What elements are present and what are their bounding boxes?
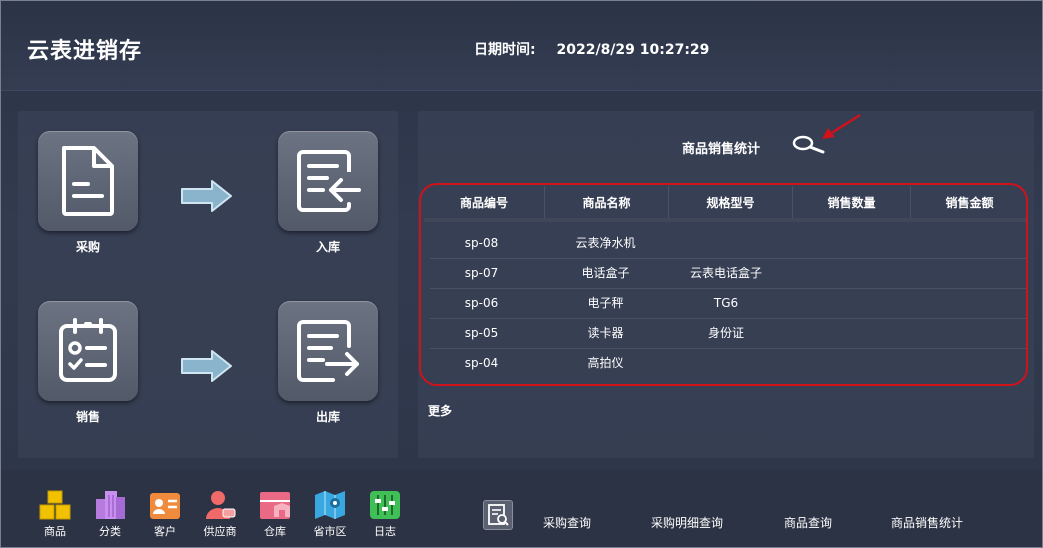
annotation-arrow-icon — [822, 113, 861, 139]
column-header[interactable]: 规格型号 — [669, 186, 793, 218]
outbound-button[interactable] — [278, 301, 378, 401]
table-cell: 读卡器 — [587, 326, 624, 340]
table-cell — [774, 289, 904, 318]
table-cell: 高拍仪 — [587, 356, 624, 370]
nav-category-label: 分类 — [99, 525, 121, 538]
table-row[interactable]: sp-04 高拍仪 — [430, 349, 1028, 379]
table-cell: sp-05 — [464, 326, 499, 340]
table-cell — [904, 319, 1028, 348]
nav-region[interactable]: 省市区 — [310, 489, 350, 539]
datetime-label: 日期时间: — [474, 42, 536, 58]
table-cell — [774, 349, 904, 379]
table-row[interactable]: sp-07 电话盒子 云表电话盒子 — [430, 259, 1028, 289]
flow-arrow-icon — [181, 350, 232, 382]
sales-button[interactable] — [38, 301, 138, 401]
query-report-icon — [483, 500, 513, 530]
nav-warehouse-label: 仓库 — [264, 525, 286, 538]
supplier-person-icon — [206, 491, 236, 519]
datetime-display: 日期时间: 2022/8/29 10:27:29 — [474, 39, 709, 59]
purchase-button[interactable] — [38, 131, 138, 231]
purchase-label: 采购 — [75, 240, 100, 254]
table-cell — [904, 349, 1028, 379]
table-cell — [774, 259, 904, 288]
table-cell — [904, 289, 1028, 318]
log-sliders-icon — [370, 491, 400, 519]
customer-card-icon — [150, 493, 180, 519]
table-cell — [774, 319, 904, 348]
nav-goods[interactable]: 商品 — [35, 489, 75, 539]
more-link[interactable]: 更多 — [428, 402, 452, 419]
document-icon — [62, 146, 114, 216]
table-cell: 云表净水机 — [575, 236, 636, 250]
table-cell — [774, 229, 904, 258]
sales-stats-query-link[interactable]: 商品销售统计 — [891, 514, 963, 531]
table-cell: 云表电话盒子 — [689, 266, 762, 280]
table-cell — [904, 259, 1028, 288]
table-body: sp-08 云表净水机 sp-07 电话盒子 云表电话盒子 sp-06 电子秤 … — [430, 229, 1028, 379]
table-cell: sp-04 — [464, 356, 499, 370]
inbound-label: 入库 — [315, 240, 340, 254]
column-header[interactable]: 商品编号 — [424, 186, 545, 218]
column-header[interactable]: 销售金额 — [911, 186, 1028, 218]
table-cell: 电话盒子 — [581, 266, 630, 280]
category-buildings-icon — [96, 491, 125, 519]
table-cell: 身份证 — [707, 326, 744, 340]
table-row[interactable]: sp-08 云表净水机 — [430, 229, 1028, 259]
table-cell — [678, 349, 774, 379]
header-bar: 云表进销存 日期时间: 2022/8/29 10:27:29 — [1, 1, 1042, 91]
flow-arrow-icon — [181, 180, 232, 212]
nav-supplier-label: 供应商 — [203, 525, 237, 538]
column-header[interactable]: 销售数量 — [793, 186, 911, 218]
purchase-detail-query-link[interactable]: 采购明细查询 — [651, 514, 723, 531]
table-row[interactable]: sp-05 读卡器 身份证 — [430, 319, 1028, 349]
column-header[interactable]: 商品名称 — [545, 186, 669, 218]
nav-warehouse[interactable]: 仓库 — [255, 489, 295, 539]
table-cell: TG6 — [713, 296, 739, 310]
sales-label: 销售 — [75, 410, 100, 424]
nav-goods-label: 商品 — [44, 525, 66, 538]
table-cell — [678, 229, 774, 258]
purchase-query-link[interactable]: 采购查询 — [543, 514, 591, 531]
goods-query-link[interactable]: 商品查询 — [784, 514, 832, 531]
warehouse-icon — [260, 492, 290, 519]
table-header: 商品编号 商品名称 规格型号 销售数量 销售金额 — [424, 186, 1028, 222]
nav-supplier[interactable]: 供应商 — [200, 489, 240, 539]
outbound-label: 出库 — [315, 410, 340, 424]
datetime-value: 2022/8/29 10:27:29 — [556, 42, 710, 58]
nav-customer[interactable]: 客户 — [145, 489, 185, 539]
outbound-list-icon — [297, 320, 359, 382]
nav-log-label: 日志 — [374, 525, 396, 538]
table-cell: sp-07 — [464, 266, 499, 280]
sales-stats-table: 商品编号 商品名称 规格型号 销售数量 销售金额 sp-08 云表净水机 sp-… — [424, 186, 1028, 379]
table-cell: 电子秤 — [587, 296, 624, 310]
inbound-list-icon — [297, 150, 361, 212]
nav-category[interactable]: 分类 — [90, 489, 130, 539]
table-cell: sp-08 — [464, 236, 499, 250]
nav-region-label: 省市区 — [313, 525, 347, 538]
nav-log[interactable]: 日志 — [365, 489, 405, 539]
region-map-icon — [315, 491, 345, 519]
table-cell — [904, 229, 1028, 258]
app-title: 云表进销存 — [27, 39, 143, 64]
inbound-button[interactable] — [278, 131, 378, 231]
table-cell: sp-06 — [464, 296, 499, 310]
table-row[interactable]: sp-06 电子秤 TG6 — [430, 289, 1028, 319]
clipboard-icon — [59, 318, 117, 382]
nav-customer-label: 客户 — [154, 525, 176, 538]
goods-boxes-icon — [39, 490, 71, 520]
stats-title: 商品销售统计 — [682, 142, 761, 157]
